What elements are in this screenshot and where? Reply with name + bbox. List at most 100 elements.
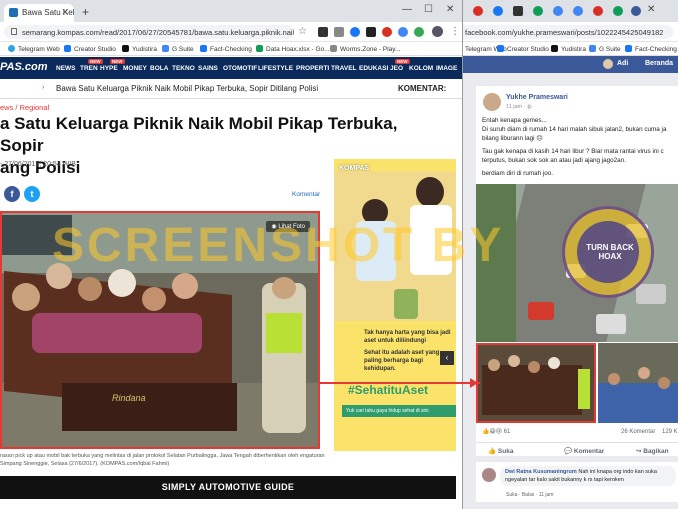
bookmark-worms-zone[interactable]: Worms.Zone - Play... — [330, 45, 400, 53]
bookmark-fact-checking[interactable]: Fact-Checking — [200, 45, 252, 53]
post-author-avatar[interactable] — [483, 93, 501, 111]
tab-favicon-7[interactable] — [593, 6, 603, 16]
twitter-share-icon[interactable]: t — [24, 186, 40, 202]
close-tab-icon[interactable]: ✕ — [61, 7, 69, 18]
commenter-name[interactable]: Dwi Ratna Kusumaningrum — [505, 469, 577, 475]
commenter-avatar[interactable] — [482, 468, 496, 482]
nav-sains[interactable]: SAINS — [198, 65, 218, 72]
breadcrumb[interactable]: ews / Regional — [0, 103, 49, 112]
trending-bar: › Bawa Satu Keluarga Piknik Naik Mobil P… — [0, 79, 462, 99]
kompas-favicon-icon — [9, 8, 18, 17]
tab-favicon-2[interactable] — [493, 6, 503, 16]
maximize-icon[interactable]: ☐ — [424, 4, 433, 15]
fb-home-link[interactable]: Beranda — [645, 60, 673, 67]
nav-hype[interactable]: HYPE — [100, 65, 118, 72]
ad-prev-arrow-icon[interactable]: ‹ — [440, 351, 454, 365]
new-badge: NEW — [88, 59, 103, 64]
article-photo[interactable]: Rindana ◉ Lihat Foto — [0, 211, 320, 449]
post-photo-highway[interactable]: TURN BACK HOAX — [476, 184, 678, 342]
comment-button[interactable]: 💬 Komentar — [564, 447, 604, 455]
nav-tren[interactable]: TREN — [80, 65, 98, 72]
fb-avatar[interactable] — [603, 59, 613, 69]
extension-icon-5[interactable] — [382, 27, 392, 37]
menu-icon[interactable]: ⋮ — [450, 26, 460, 37]
facebook-share-icon[interactable]: f — [4, 186, 20, 202]
bookmark-yudistira[interactable]: Yudistira — [122, 45, 157, 53]
like-button[interactable]: 👍 Suka — [488, 447, 513, 455]
facebook-post: Yukhe Prameswari 11 jam · ◍ Entah kenapa… — [476, 86, 678, 456]
ad-sehat-itu-aset[interactable]: KOMPAS Tak hanya harta yang bisa jadi as… — [334, 159, 456, 451]
right-bookmarks-bar: Telegram Web Creator Studio Yudistira G … — [463, 42, 678, 56]
tab-favicon-4[interactable] — [533, 6, 543, 16]
post-time: 11 jam · ◍ — [506, 104, 532, 110]
trending-headline[interactable]: Bawa Satu Keluarga Piknik Naik Mobil Pik… — [56, 84, 318, 93]
extension-icon-4[interactable] — [366, 27, 376, 37]
right-bookmark-creator-studio[interactable]: Creator Studio — [497, 45, 549, 53]
close-window-icon[interactable]: ✕ — [446, 4, 454, 15]
new-tab-icon[interactable]: + — [82, 5, 89, 19]
police-officer — [262, 277, 306, 433]
nav-lifestyle[interactable]: LIFESTYLE — [258, 65, 293, 72]
address-bar[interactable]: semarang.kompas.com/read/2017/06/27/2054… — [4, 25, 294, 39]
extension-icon-1[interactable] — [318, 27, 328, 37]
lihat-foto-button[interactable]: ◉ Lihat Foto — [266, 221, 310, 232]
right-bookmark-fact-checking[interactable]: Fact-Checking — [625, 45, 677, 53]
kompas-nav: PAS.com NEWS TREN NEW HYPE NEW MONEY BOL… — [0, 57, 462, 79]
bookmark-data-hoax[interactable]: Data Hoax.xlsx - Go... — [256, 45, 330, 53]
photo-bus — [2, 215, 72, 255]
post-photo-crowd[interactable] — [598, 343, 678, 423]
extension-icon-2[interactable] — [334, 27, 344, 37]
tab-favicon-5[interactable] — [553, 6, 563, 16]
ad-hashtag: #SehatituAset — [348, 383, 429, 397]
extension-icon-6[interactable] — [398, 27, 408, 37]
right-bookmark-yudistira[interactable]: Yudistira — [551, 45, 586, 53]
nav-jeo[interactable]: JEO — [390, 65, 403, 72]
tab-favicon-1[interactable] — [473, 6, 483, 16]
nav-tekno[interactable]: TEKNO — [172, 65, 195, 72]
comments-count[interactable]: 26 Komentar — [621, 429, 655, 435]
car-1 — [528, 302, 554, 320]
nav-kolom[interactable]: KOLOM — [409, 65, 433, 72]
bookmark-g-suite[interactable]: G Suite — [162, 45, 194, 53]
right-bookmark-g-suite[interactable]: G Suite — [589, 45, 621, 53]
right-address-bar[interactable]: facebook.com/yukhe.prameswari/posts/1022… — [463, 25, 673, 39]
extension-icon-3[interactable] — [350, 27, 360, 37]
star-icon[interactable]: ☆ — [298, 26, 307, 37]
nav-properti[interactable]: PROPERTI — [296, 65, 329, 72]
right-close-tab-icon[interactable]: ✕ — [647, 4, 655, 15]
shares-count[interactable]: 129 K — [662, 429, 678, 435]
tab-favicon-6[interactable] — [573, 6, 583, 16]
kompas-logo[interactable]: PAS.com — [0, 61, 47, 73]
kompas-tab[interactable]: Bawa Satu Keluarga Piknik Naik M ✕ — [4, 4, 74, 22]
trending-arrow-icon: › — [42, 84, 45, 91]
comment-meta[interactable]: Suka · Balas · 11 jam — [506, 492, 553, 498]
komentar-link[interactable]: Komentar — [292, 191, 320, 198]
tab-favicon-3[interactable] — [513, 6, 523, 16]
comment-item: Dwi Ratna Kusumaningrum Nah ini knapa or… — [476, 462, 678, 502]
nav-travel[interactable]: TRAVEL — [331, 65, 357, 72]
share-button[interactable]: ↪ Bagikan — [636, 447, 669, 455]
extension-icon-7[interactable] — [414, 27, 424, 37]
bookmark-telegram[interactable]: Telegram Web — [8, 45, 60, 53]
nav-otomotif[interactable]: OTOMOTIF — [223, 65, 257, 72]
turn-back-hoax-badge: TURN BACK HOAX — [562, 206, 654, 298]
nav-news[interactable]: NEWS — [56, 65, 76, 72]
profile-avatar[interactable] — [432, 26, 443, 37]
automotive-banner[interactable]: SIMPLY AUTOMOTIVE GUIDE — [0, 476, 456, 499]
fb-user-name[interactable]: Adi — [617, 60, 628, 67]
bookmark-creator-studio[interactable]: Creator Studio — [64, 45, 116, 53]
right-tab-strip: ✕ — [463, 0, 678, 22]
nav-bola[interactable]: BOLA — [150, 65, 168, 72]
connector-arrow — [470, 378, 478, 388]
sad-reaction-icon: 😢 — [495, 429, 503, 435]
reaction-icons[interactable]: 👍😆😢 61 — [482, 428, 510, 435]
tab-favicon-facebook[interactable] — [631, 6, 641, 16]
post-photo-truck[interactable] — [476, 343, 596, 423]
minimize-icon[interactable]: — — [402, 4, 412, 15]
ad-cta[interactable]: Yuk cari tahu gaya hidup sehat di sini — [342, 405, 456, 417]
tab-favicon-8[interactable] — [613, 6, 623, 16]
nav-edukasi[interactable]: EDUKASI — [359, 65, 388, 72]
nav-money[interactable]: MONEY — [123, 65, 147, 72]
nav-image[interactable]: IMAGE — [436, 65, 457, 72]
post-author-name[interactable]: Yukhe Prameswari — [506, 94, 568, 101]
